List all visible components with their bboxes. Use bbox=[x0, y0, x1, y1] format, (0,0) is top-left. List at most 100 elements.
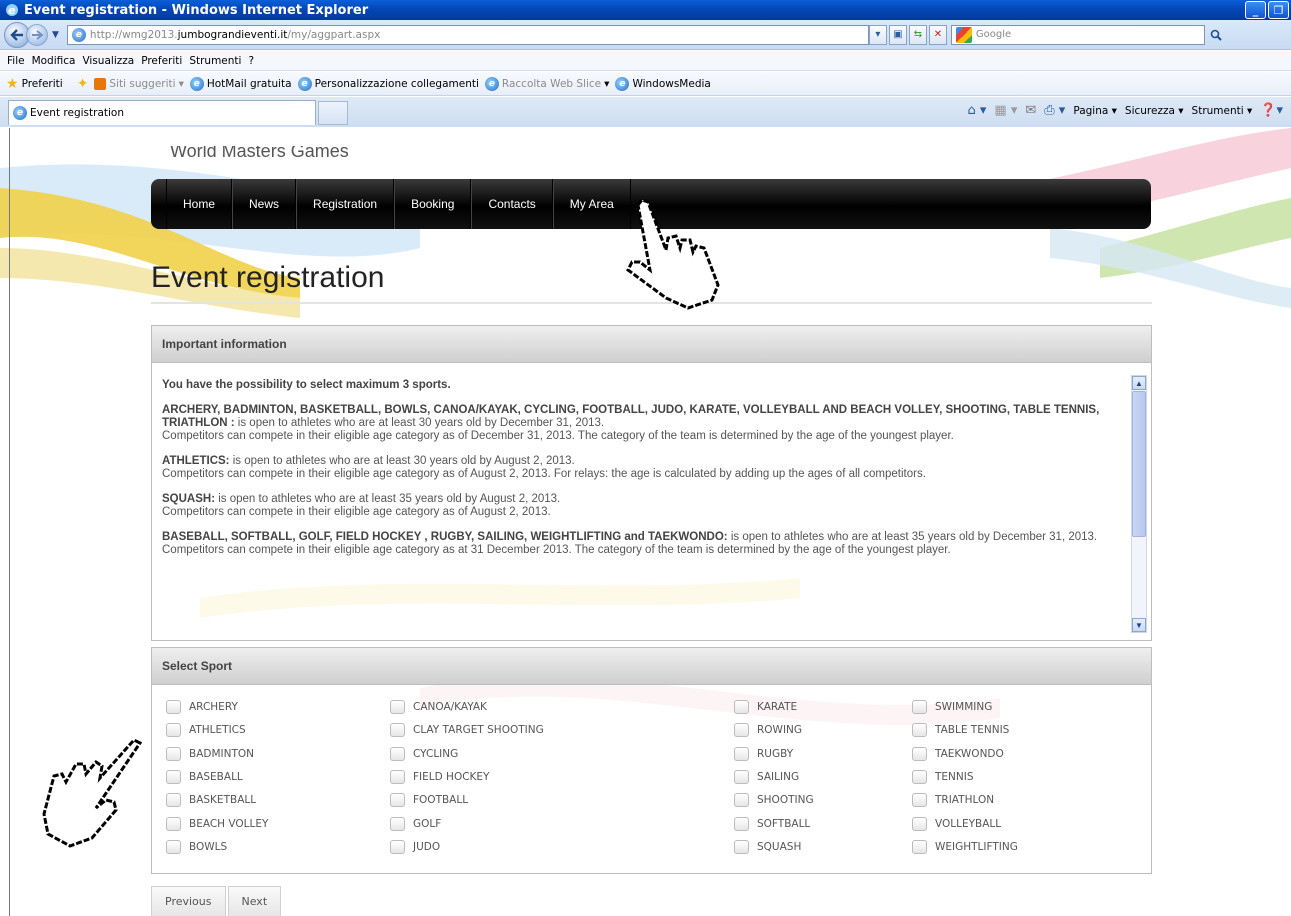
menu-modifica[interactable]: Modifica bbox=[32, 55, 76, 67]
sport-option[interactable]: CLAY TARGET SHOOTING bbox=[390, 722, 544, 738]
nav-registration[interactable]: Registration bbox=[296, 179, 395, 229]
sport-checkbox[interactable] bbox=[734, 839, 749, 854]
sport-option[interactable]: BEACH VOLLEY bbox=[166, 816, 268, 832]
url-dropdown-button[interactable]: ▾ bbox=[868, 24, 887, 45]
url-field[interactable]: e http://wmg2013. jumbograndieventi.it/my… bbox=[66, 24, 869, 45]
sport-checkbox[interactable] bbox=[166, 769, 181, 784]
sport-checkbox[interactable] bbox=[734, 816, 749, 831]
add-favorite-button[interactable]: ✦ bbox=[77, 76, 89, 92]
sport-checkbox[interactable] bbox=[390, 723, 405, 738]
refresh-icon[interactable]: ⇆ bbox=[908, 24, 927, 45]
sport-option[interactable]: TRIATHLON bbox=[912, 792, 994, 808]
sport-checkbox[interactable] bbox=[734, 723, 749, 738]
sport-checkbox[interactable] bbox=[390, 839, 405, 854]
sport-option[interactable]: CANOA/KAYAK bbox=[390, 699, 487, 715]
home-icon[interactable]: ⌂ ▾ bbox=[967, 103, 986, 118]
scroll-down-icon[interactable]: ▼ bbox=[1132, 618, 1146, 632]
fav-link-raccolta-web-slice[interactable]: e Raccolta Web Slice ▾ bbox=[484, 76, 609, 91]
sport-checkbox[interactable] bbox=[390, 700, 405, 714]
cmd-pagina[interactable]: Pagina ▾ bbox=[1073, 105, 1117, 117]
mail-icon[interactable]: ✉ bbox=[1025, 103, 1036, 118]
forward-button[interactable] bbox=[26, 23, 48, 46]
sport-checkbox[interactable] bbox=[912, 793, 927, 808]
sport-option[interactable]: ARCHERY bbox=[166, 699, 238, 715]
sport-option[interactable]: GOLF bbox=[390, 816, 441, 832]
important-information-body[interactable]: You have the possibility to select maxim… bbox=[152, 363, 1151, 639]
sport-checkbox[interactable] bbox=[912, 723, 927, 738]
new-tab-button[interactable] bbox=[318, 101, 348, 125]
nav-news[interactable]: News bbox=[232, 179, 297, 229]
sport-option[interactable]: SQUASH bbox=[734, 839, 801, 855]
sport-option[interactable]: JUDO bbox=[390, 839, 440, 855]
nav-home[interactable]: Home bbox=[166, 179, 233, 229]
sport-option[interactable]: TABLE TENNIS bbox=[912, 722, 1009, 738]
sport-option[interactable]: SAILING bbox=[734, 769, 799, 785]
next-button[interactable]: Next bbox=[227, 886, 282, 916]
fav-link-personalizzazione[interactable]: e Personalizzazione collegamenti bbox=[297, 76, 479, 91]
sport-option[interactable]: VOLLEYBALL bbox=[912, 816, 1001, 832]
history-dropdown-icon[interactable]: ▼ bbox=[52, 30, 59, 40]
tab-event-registration[interactable]: e Event registration bbox=[8, 100, 316, 125]
sport-option[interactable]: TAEKWONDO bbox=[912, 746, 1004, 762]
sport-checkbox[interactable] bbox=[390, 793, 405, 808]
menu-file[interactable]: File bbox=[7, 55, 25, 67]
sport-checkbox[interactable] bbox=[734, 793, 749, 808]
sport-option[interactable]: FOOTBALL bbox=[390, 792, 468, 808]
sport-checkbox[interactable] bbox=[166, 700, 181, 714]
nav-booking[interactable]: Booking bbox=[394, 179, 472, 229]
sport-option[interactable]: BADMINTON bbox=[166, 746, 254, 762]
search-input[interactable]: Google bbox=[950, 24, 1205, 45]
sport-checkbox[interactable] bbox=[912, 746, 927, 761]
feeds-icon[interactable]: ▦ ▾ bbox=[994, 103, 1017, 118]
menu-visualizza[interactable]: Visualizza bbox=[82, 55, 134, 67]
help-icon[interactable]: ❓▾ bbox=[1260, 103, 1283, 118]
sport-checkbox[interactable] bbox=[912, 700, 927, 714]
sport-option[interactable]: CYCLING bbox=[390, 746, 458, 762]
sport-option[interactable]: SWIMMING bbox=[912, 699, 992, 715]
sport-checkbox[interactable] bbox=[912, 769, 927, 784]
sport-option[interactable]: WEIGHTLIFTING bbox=[912, 839, 1018, 855]
sport-option[interactable]: TENNIS bbox=[912, 769, 974, 785]
sport-option[interactable]: SOFTBALL bbox=[734, 816, 810, 832]
info-scrollbar[interactable]: ▲ ▼ bbox=[1131, 375, 1147, 633]
sport-checkbox[interactable] bbox=[390, 746, 405, 761]
sport-checkbox[interactable] bbox=[166, 839, 181, 854]
sport-checkbox[interactable] bbox=[166, 746, 181, 761]
fav-link-siti-suggeriti[interactable]: Siti suggeriti ▾ bbox=[94, 77, 184, 90]
compatibility-view-icon[interactable]: ▣ bbox=[888, 24, 907, 45]
sport-checkbox[interactable] bbox=[166, 723, 181, 738]
sport-checkbox[interactable] bbox=[166, 816, 181, 831]
sport-checkbox[interactable] bbox=[912, 816, 927, 831]
sport-option[interactable]: ATHLETICS bbox=[166, 722, 246, 738]
favorites-button[interactable]: ★ Preferiti bbox=[6, 76, 63, 92]
sport-option[interactable]: ROWING bbox=[734, 722, 802, 738]
scrollbar-thumb[interactable] bbox=[1132, 391, 1146, 537]
restore-button[interactable]: ❐ bbox=[1268, 1, 1289, 19]
fav-link-windowsmedia[interactable]: e WindowsMedia bbox=[615, 76, 711, 91]
sport-option[interactable]: RUGBY bbox=[734, 746, 793, 762]
sport-option[interactable]: BOWLS bbox=[166, 839, 227, 855]
sport-option[interactable]: FIELD HOCKEY bbox=[390, 769, 489, 785]
sport-option[interactable]: KARATE bbox=[734, 699, 797, 715]
print-icon[interactable]: ⎙ ▾ bbox=[1044, 103, 1065, 118]
sport-checkbox[interactable] bbox=[912, 839, 927, 854]
sport-option[interactable]: BASKETBALL bbox=[166, 792, 256, 808]
cmd-strumenti[interactable]: Strumenti ▾ bbox=[1192, 105, 1253, 117]
menu-strumenti[interactable]: Strumenti bbox=[189, 55, 241, 67]
sport-option[interactable]: BASEBALL bbox=[166, 769, 243, 785]
sport-checkbox[interactable] bbox=[734, 700, 749, 714]
minimize-button[interactable]: _ bbox=[1245, 1, 1266, 19]
stop-icon[interactable]: ✕ bbox=[928, 24, 947, 45]
fav-link-hotmail[interactable]: e HotMail gratuita bbox=[189, 76, 292, 91]
sport-checkbox[interactable] bbox=[734, 746, 749, 761]
nav-contacts[interactable]: Contacts bbox=[471, 179, 553, 229]
menu-preferiti[interactable]: Preferiti bbox=[141, 55, 182, 67]
sport-option[interactable]: SHOOTING bbox=[734, 792, 814, 808]
previous-button[interactable]: Previous bbox=[151, 886, 226, 916]
sport-checkbox[interactable] bbox=[166, 793, 181, 808]
sport-checkbox[interactable] bbox=[734, 769, 749, 784]
cmd-sicurezza[interactable]: Sicurezza ▾ bbox=[1125, 105, 1184, 117]
menu-help[interactable]: ? bbox=[248, 55, 254, 67]
search-icon[interactable] bbox=[1207, 25, 1225, 45]
sport-checkbox[interactable] bbox=[390, 769, 405, 784]
